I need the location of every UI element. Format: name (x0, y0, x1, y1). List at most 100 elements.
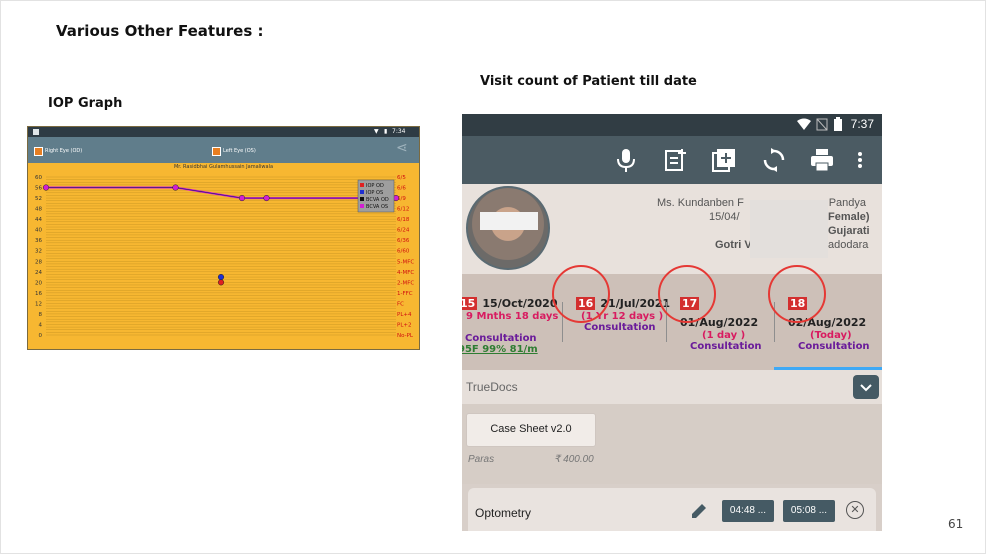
visit-duration: (Today) (810, 330, 852, 341)
y-tick-label: 36 (35, 238, 42, 244)
case-sheet-button[interactable]: Case Sheet v2.0 (466, 413, 596, 447)
right-axis-label: 2-MFC (397, 280, 414, 286)
more-vert-icon[interactable] (852, 146, 868, 174)
right-axis-label: PL+2 (397, 322, 412, 328)
phone-toolbar (462, 136, 882, 184)
optometry-row: Optometry 04:48 ... 05:08 ... ✕ (468, 488, 876, 531)
right-axis-label: 6/60 (397, 249, 410, 255)
legend-label: BCVA OS (366, 204, 388, 210)
patient-gender: Female) (828, 211, 870, 223)
iop-chart: 605652484440363228242016128406/56/66/96/… (35, 175, 414, 339)
right-axis-label: No-PL (397, 333, 414, 339)
wifi-icon (797, 118, 811, 130)
truedocs-label: TrueDocs (466, 380, 518, 394)
case-sheet-title: Case Sheet v2.0 (490, 423, 572, 435)
page-number: 61 (948, 517, 964, 531)
legend-label: BCVA OD (366, 197, 389, 203)
slide-heading: Various Other Features : (56, 22, 264, 40)
print-icon[interactable] (808, 146, 836, 174)
right-axis-label: 6/18 (397, 217, 410, 223)
start-time-button[interactable]: 04:48 ... (722, 500, 774, 522)
visit-vitals: 95F 99% 81/m (462, 344, 538, 355)
patient-photo (466, 186, 550, 270)
y-tick-label: 28 (35, 259, 42, 265)
right-axis-label: 6/6 (397, 186, 406, 192)
iop-graph-screenshot: ▼ ▮ 7:34 Right Eye (OD) Left Eye (OS) ⋖ … (27, 126, 420, 350)
sync-icon[interactable] (760, 146, 788, 174)
right-axis-label: 6/24 (397, 228, 410, 234)
legend-swatch (360, 190, 364, 194)
patient-area-right: adodara (828, 239, 869, 251)
y-tick-label: 24 (35, 270, 42, 276)
highlight-circle (768, 265, 826, 323)
case-sheet-price: ₹ 400.00 (554, 454, 594, 465)
highlight-circle (552, 265, 610, 323)
y-tick-label: 16 (35, 291, 42, 297)
data-point (217, 274, 225, 281)
y-tick-label: 56 (35, 186, 42, 192)
microphone-icon[interactable] (612, 146, 640, 174)
visit-date: 15/Oct/2020 (482, 297, 558, 310)
visit-type: Consultation (584, 322, 656, 333)
patient-name-part2: r Pandya (822, 197, 867, 209)
right-axis-label: 1-FFC (397, 291, 413, 297)
y-tick-label: 4 (39, 322, 43, 328)
data-point (238, 195, 246, 202)
photo-redaction (480, 212, 538, 230)
iop-graph-heading: IOP Graph (48, 96, 123, 111)
right-axis-label: PL+4 (397, 312, 412, 318)
case-sheet-author: Paras (468, 454, 495, 465)
visit-type: Consultation (465, 333, 537, 344)
y-tick-label: 44 (35, 217, 42, 223)
right-axis-label: 4-MFC (397, 270, 414, 276)
phone-status-bar: 7:37 (462, 114, 882, 136)
patient-language: Gujarati (828, 225, 870, 237)
legend-swatch (360, 183, 364, 187)
expand-button[interactable] (853, 375, 879, 399)
legend-swatch (360, 197, 364, 201)
add-box-icon[interactable] (710, 146, 738, 174)
truedocs-bar: TrueDocs (462, 370, 882, 404)
right-axis-label: 5-MFC (397, 259, 414, 265)
note-add-icon[interactable] (662, 146, 690, 174)
visit-item[interactable]: 15 15/Oct/2020 ( 9 Mnths 18 days ) Consu… (462, 292, 562, 355)
optometry-label: Optometry (475, 506, 532, 520)
visit-count-screenshot: 7:37 Ms. Kundanben F r Pandya 15/04/ Fem… (462, 114, 882, 531)
battery-icon (834, 117, 842, 131)
y-tick-label: 52 (35, 196, 42, 202)
right-axis-label: 6/36 (397, 238, 410, 244)
visit-timeline: 15 15/Oct/2020 ( 9 Mnths 18 days ) Consu… (462, 265, 882, 370)
right-axis-label: 6/5 (397, 175, 406, 181)
y-tick-label: 60 (35, 175, 42, 181)
patient-name-part1: Ms. Kundanben F (657, 197, 744, 209)
close-icon[interactable]: ✕ (846, 501, 864, 519)
visit-type: Consultation (690, 341, 762, 352)
phone-status-time: 7:37 (850, 117, 874, 131)
visit-count-heading: Visit count of Patient till date (480, 74, 697, 89)
chevron-down-icon (860, 384, 872, 392)
end-time-button[interactable]: 05:08 ... (783, 500, 835, 522)
y-tick-label: 20 (35, 280, 42, 286)
data-point (217, 279, 225, 286)
y-tick-label: 48 (35, 207, 42, 213)
y-tick-label: 32 (35, 249, 42, 255)
data-point (42, 184, 50, 191)
edit-icon[interactable] (690, 502, 708, 520)
case-sheet-card[interactable]: Case Sheet v2.0 Paras ₹ 400.00 (466, 413, 596, 469)
visit-number: 15 (462, 297, 478, 310)
y-tick-label: 40 (35, 228, 42, 234)
data-point (263, 195, 270, 202)
legend-label: IOP OS (366, 190, 383, 196)
info-redaction (750, 200, 828, 258)
case-sheet-section: Case Sheet v2.0 Paras ₹ 400.00 (462, 404, 882, 484)
no-signal-icon (816, 118, 828, 131)
patient-area-left: Gotri V (715, 239, 752, 251)
y-tick-label: 0 (39, 333, 43, 339)
right-axis-label: 6/12 (397, 207, 409, 213)
right-axis-label: FC (397, 301, 404, 307)
y-tick-label: 8 (39, 312, 43, 318)
legend-swatch (360, 204, 364, 208)
visit-duration: ( 9 Mnths 18 days ) (462, 311, 559, 333)
legend-label: IOP OD (366, 183, 384, 189)
y-tick-label: 12 (35, 301, 42, 307)
